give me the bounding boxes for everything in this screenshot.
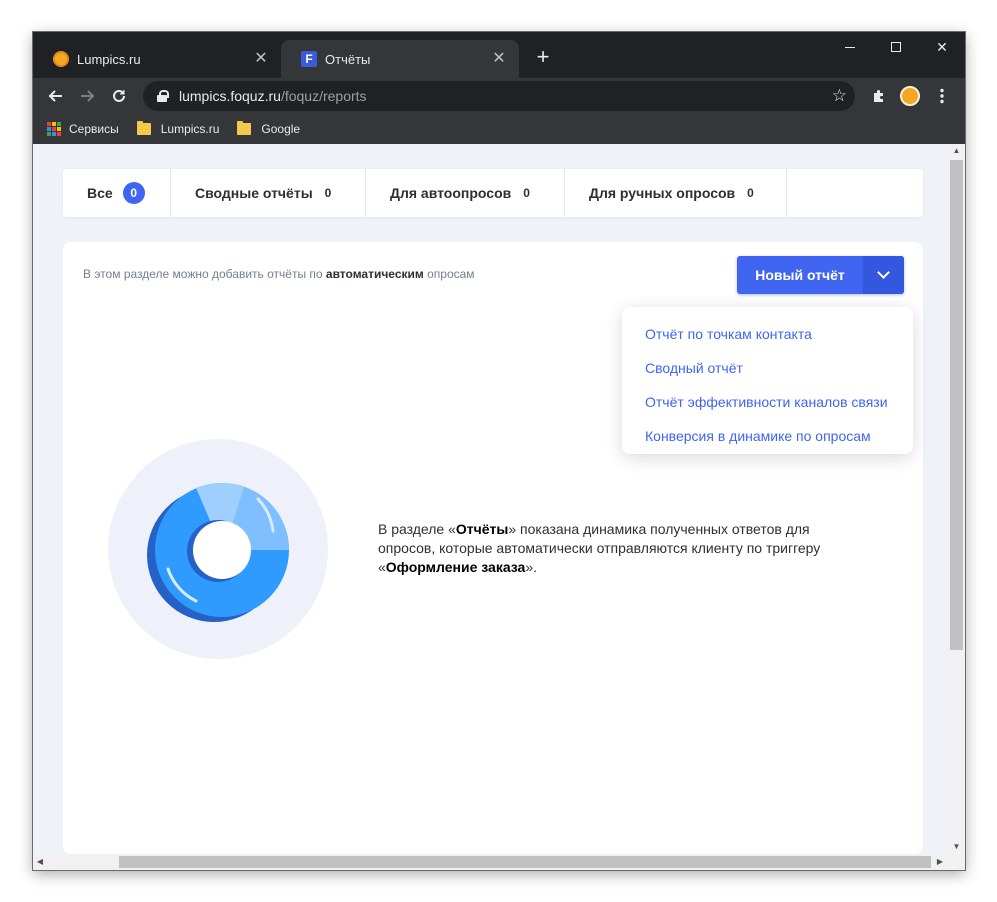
chevron-down-icon	[877, 266, 890, 279]
donut-chart-illustration-icon	[108, 439, 328, 659]
filter-tab-all[interactable]: Все 0	[63, 169, 171, 217]
url-host: lumpics.foquz.ru	[179, 88, 281, 104]
hint-text: В этом разделе можно добавить отчёты по	[83, 267, 326, 281]
filter-tab-manual[interactable]: Для ручных опросов 0	[565, 169, 787, 217]
filter-tab-label: Для ручных опросов	[589, 185, 736, 201]
arrow-left-icon	[48, 90, 62, 102]
arrow-right-icon	[81, 90, 95, 102]
description-text: В разделе «	[378, 521, 456, 537]
scroll-right-arrow-icon[interactable]: ▶	[933, 854, 947, 870]
filter-tab-count: 0	[523, 186, 530, 200]
menu-item-summary-report[interactable]: Сводный отчёт	[622, 351, 913, 385]
menu-button[interactable]	[928, 82, 956, 110]
horizontal-scroll-thumb[interactable]	[119, 856, 931, 868]
avatar	[900, 86, 920, 106]
reports-card: В этом разделе можно добавить отчёты по …	[63, 242, 923, 854]
lumpics-favicon-icon	[53, 51, 69, 67]
filter-tab-label: Для автоопросов	[390, 185, 512, 201]
menu-item-conversion-report[interactable]: Конверсия в динамике по опросам	[622, 419, 913, 453]
foquz-favicon-icon: F	[301, 51, 317, 67]
apps-grid-icon	[47, 122, 61, 136]
bookmark-label: Сервисы	[69, 122, 119, 136]
new-report-dropdown-toggle[interactable]	[863, 256, 904, 294]
close-icon: ✕	[936, 38, 948, 55]
address-bar[interactable]: lumpics.foquz.ru/foquz/reports ☆	[143, 81, 855, 111]
bookmark-google[interactable]: Google	[237, 121, 301, 136]
close-tab-icon[interactable]: ✕	[491, 51, 507, 67]
filter-tab-label: Сводные отчёты	[195, 185, 313, 201]
tab-title: Lumpics.ru	[77, 51, 141, 67]
extensions-button[interactable]	[865, 82, 893, 110]
minimize-window-button[interactable]	[827, 32, 873, 62]
back-button[interactable]	[41, 82, 69, 110]
maximize-window-button[interactable]	[873, 32, 919, 62]
menu-item-channels-report[interactable]: Отчёт эффективности каналов связи	[622, 385, 913, 419]
horizontal-scrollbar[interactable]: ◀ ▶	[33, 854, 965, 870]
reload-icon	[113, 89, 125, 102]
filter-tab-count: 0	[324, 186, 332, 200]
vertical-scroll-thumb[interactable]	[950, 160, 963, 650]
new-report-menu: Отчёт по точкам контакта Сводный отчёт О…	[622, 307, 913, 454]
filter-tab-summary[interactable]: Сводные отчёты 0	[171, 169, 366, 217]
reports-description: В разделе «Отчёты» показана динамика пол…	[378, 520, 838, 577]
page-content: Все 0 Сводные отчёты 0 Для автоопросов 0…	[33, 144, 948, 854]
filter-tab-label: Все	[87, 185, 113, 201]
description-bold-text: Отчёты	[455, 521, 509, 537]
bookmark-lumpics[interactable]: Lumpics.ru	[136, 121, 220, 136]
forward-button[interactable]	[74, 82, 102, 110]
profile-button[interactable]	[896, 82, 924, 110]
filter-tab-count: 0	[747, 186, 754, 200]
maximize-icon	[891, 42, 901, 52]
bookmark-apps[interactable]: Сервисы	[47, 122, 119, 136]
reload-button[interactable]	[105, 82, 133, 110]
lock-icon	[157, 90, 169, 102]
folder-icon	[136, 121, 151, 135]
description-bold-text: Оформление заказа	[385, 559, 526, 575]
browser-tab-reports[interactable]: F Отчёты ✕	[281, 40, 519, 78]
description-text: ».	[525, 559, 538, 575]
browser-tab-lumpics[interactable]: Lumpics.ru ✕	[33, 40, 281, 78]
new-report-split-button: Новый отчёт	[737, 256, 904, 294]
hint-bold-text: автоматическим	[325, 267, 424, 281]
url-path: /foquz/reports	[280, 88, 367, 104]
bookmark-label: Google	[261, 122, 301, 136]
scroll-up-arrow-icon[interactable]: ▲	[948, 144, 965, 158]
count-badge: 0	[122, 182, 145, 204]
puzzle-icon	[874, 90, 883, 102]
tab-strip: Lumpics.ru ✕ F Отчёты ✕ + ✕	[33, 32, 965, 78]
section-hint: В этом разделе можно добавить отчёты по …	[83, 267, 475, 281]
report-filter-tabs: Все 0 Сводные отчёты 0 Для автоопросов 0…	[63, 169, 923, 217]
scroll-down-arrow-icon[interactable]: ▼	[948, 840, 965, 854]
tab-title: Отчёты	[325, 51, 371, 67]
menu-item-touchpoints-report[interactable]: Отчёт по точкам контакта	[622, 317, 913, 351]
bookmark-star-icon[interactable]: ☆	[832, 86, 847, 106]
browser-window: Lumpics.ru ✕ F Отчёты ✕ + ✕ lumpics.foqu…	[33, 32, 965, 870]
filter-tab-auto[interactable]: Для автоопросов 0	[366, 169, 565, 217]
bookmarks-bar: Сервисы Lumpics.ru Google	[33, 114, 965, 144]
scroll-left-arrow-icon[interactable]: ◀	[33, 854, 47, 870]
folder-icon	[237, 121, 252, 135]
vertical-scrollbar[interactable]: ▲ ▼	[948, 144, 965, 854]
new-tab-plus-icon[interactable]: +	[531, 46, 555, 70]
close-window-button[interactable]: ✕	[919, 32, 965, 62]
close-tab-icon[interactable]: ✕	[253, 51, 269, 67]
bookmark-label: Lumpics.ru	[160, 122, 220, 136]
minimize-icon	[845, 46, 855, 48]
more-vertical-icon	[940, 88, 944, 104]
new-report-button[interactable]: Новый отчёт	[737, 256, 863, 294]
hint-text: опросам	[423, 267, 475, 281]
browser-toolbar: lumpics.foquz.ru/foquz/reports ☆	[33, 78, 965, 114]
